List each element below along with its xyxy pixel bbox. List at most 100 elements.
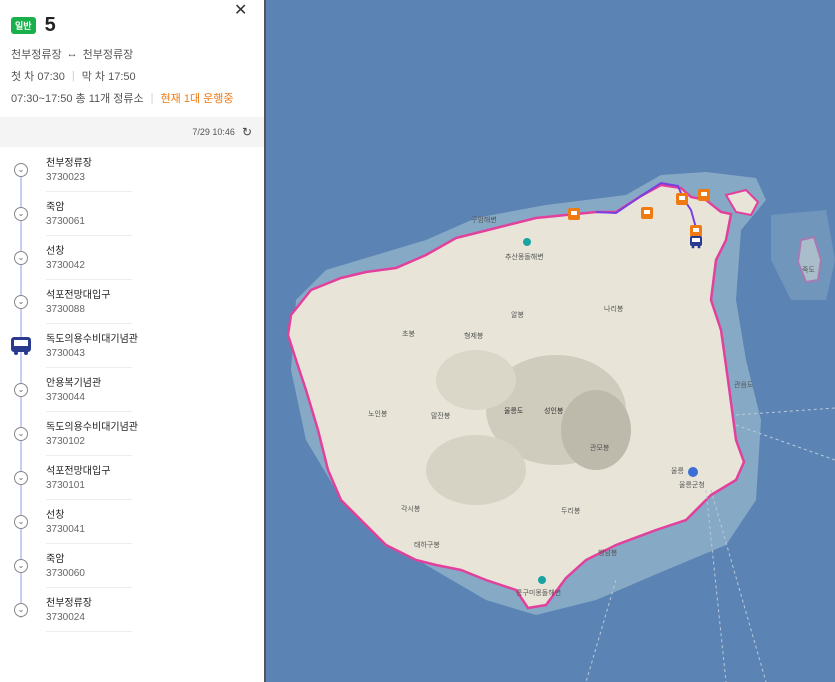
chevron-down-icon: ⌄ (14, 427, 28, 441)
stop-id: 3730043 (46, 348, 85, 359)
stop-name: 선창 (46, 510, 65, 521)
chevron-down-icon: ⌄ (14, 603, 28, 617)
stop-id: 3730088 (46, 304, 85, 315)
stop-id: 3730024 (46, 612, 85, 623)
terminal-from: 천부정류장 (11, 49, 62, 61)
map-label: 초봉 (402, 331, 415, 338)
route-title-row: 일반 5 (11, 12, 252, 38)
map-label: 알봉 (511, 312, 524, 319)
stop-item[interactable]: ⌄ 안용복기념관 3730044 (0, 368, 264, 412)
schedule-line: 07:30~17:50 총 11개 정류소 | 현재 1대 운행중 (11, 90, 252, 106)
chevron-down-icon: ⌄ (14, 207, 28, 221)
refresh-icon[interactable]: ↻ (242, 125, 252, 139)
map-label: 관음도 (734, 382, 754, 389)
beach-poi-icon (538, 576, 546, 584)
bus-stop-icon[interactable] (676, 193, 688, 205)
close-icon[interactable]: ✕ (234, 0, 247, 20)
stop-name: 죽암 (46, 202, 65, 213)
stop-item[interactable]: ⌄ 천부정류장 3730023 (0, 148, 264, 192)
route-header: 일반 5 천부정류장 ↔ 천부정류장 첫 차 07:30 | 막 차 17:50… (0, 0, 264, 106)
stop-id: 3730061 (46, 216, 85, 227)
map-label: 울릉 (671, 468, 684, 475)
running-status: 현재 1대 운행중 (160, 93, 234, 105)
stop-id: 3730060 (46, 568, 85, 579)
mountain-shading (561, 390, 631, 470)
last-bus-time: 막 차 17:50 (81, 71, 136, 83)
round-trip-icon: ↔ (66, 48, 78, 60)
update-time: 7/29 10:46 (192, 127, 235, 137)
bus-stop-icon[interactable] (568, 208, 580, 220)
route-terminals: 천부정류장 ↔ 천부정류장 (11, 46, 252, 62)
stop-name: 죽암 (46, 554, 65, 565)
stop-name: 석포전망대입구 (46, 466, 111, 477)
stop-item[interactable]: ⌄ 석포전망대입구 3730088 (0, 280, 264, 324)
separator: | (71, 70, 75, 82)
stop-name: 선창 (46, 246, 65, 257)
chevron-down-icon: ⌄ (14, 163, 28, 177)
chevron-down-icon: ⌄ (14, 251, 28, 265)
mountain-shading (436, 350, 516, 410)
stop-list: ⌄ 천부정류장 3730023 ⌄ 죽암 3730061 ⌄ 선창 3730042 ⌄ 석포전망대입… (0, 148, 264, 632)
first-last-times: 첫 차 07:30 | 막 차 17:50 (11, 68, 252, 84)
chevron-down-icon: ⌄ (14, 295, 28, 309)
stop-name: 천부정류장 (46, 158, 92, 169)
map-label: 행남봉 (598, 550, 618, 557)
chevron-down-icon: ⌄ (14, 559, 28, 573)
map-label: 관모봉 (590, 445, 610, 452)
stop-id: 3730102 (46, 436, 85, 447)
map-label: 성인봉 (544, 408, 564, 415)
stop-id: 3730041 (46, 524, 85, 535)
stop-item[interactable]: ⌄ 선창 3730042 (0, 236, 264, 280)
route-panel: ✕ 일반 5 천부정류장 ↔ 천부정류장 첫 차 07:30 | 막 차 17:… (0, 0, 264, 682)
stop-id: 3730044 (46, 392, 85, 403)
divider (46, 631, 132, 632)
map-label: 말잔봉 (431, 413, 451, 420)
stop-name: 석포전망대입구 (46, 290, 111, 301)
bus-stop-icon[interactable] (690, 225, 702, 237)
stop-item[interactable]: ⌄ 죽암 3730060 (0, 544, 264, 588)
stop-id: 3730042 (46, 260, 85, 271)
separator: | (150, 92, 154, 104)
stop-name: 천부정류장 (46, 598, 92, 609)
map-label: 각시봉 (401, 506, 421, 513)
map-label: 태하구봉 (414, 542, 440, 549)
beach-poi-icon (523, 238, 531, 246)
terminal-to: 천부정류장 (82, 49, 134, 61)
bus-icon[interactable] (10, 336, 32, 356)
chevron-down-icon: ⌄ (14, 471, 28, 485)
schedule-summary: 07:30~17:50 총 11개 정류소 (11, 93, 144, 105)
map-label: 통구미몽돌해변 (516, 590, 562, 597)
stop-id: 3730101 (46, 480, 85, 491)
map-label: 울릉군청 (679, 482, 705, 489)
stop-name: 안용복기념관 (46, 378, 102, 389)
update-bar: 7/29 10:46 ↻ (0, 117, 264, 147)
map-label: 죽도 (802, 267, 815, 274)
map-label: 두리봉 (561, 508, 581, 515)
route-type-badge: 일반 (11, 16, 36, 34)
stop-item[interactable]: ⌄ 천부정류장 3730024 (0, 588, 264, 632)
map-label: 노인봉 (368, 411, 388, 418)
stop-name: 독도의용수비대기념관 (46, 422, 138, 433)
bus-stop-icon[interactable] (698, 189, 710, 201)
stop-item[interactable]: ⌄ 죽암 3730061 (0, 192, 264, 236)
stop-item[interactable]: ⌄ 선창 3730041 (0, 500, 264, 544)
route-number: 5 (44, 13, 56, 36)
chevron-down-icon: ⌄ (14, 383, 28, 397)
map-label: 울릉도 (504, 408, 524, 415)
map-canvas[interactable] (266, 0, 835, 682)
government-poi-icon (688, 467, 698, 477)
stop-item[interactable]: ⌄ 석포전망대입구 3730101 (0, 456, 264, 500)
mountain-shading (426, 435, 526, 505)
bus-stop-icon[interactable] (641, 207, 653, 219)
stop-item[interactable]: ⌄ 독도의용수비대기념관 3730102 (0, 412, 264, 456)
map-label: 나리봉 (604, 306, 624, 313)
map-view[interactable]: 구암해변 추산몽돌해변 알봉 나리봉 초봉 형제봉 노인봉 말잔봉 울릉도 성인… (266, 0, 835, 682)
first-bus-time: 첫 차 07:30 (11, 71, 65, 83)
stop-id: 3730023 (46, 172, 85, 183)
map-label: 형제봉 (464, 333, 484, 340)
map-label: 추산몽돌해변 (505, 254, 544, 261)
island-shoal (771, 210, 835, 300)
chevron-down-icon: ⌄ (14, 515, 28, 529)
map-label: 구암해변 (471, 217, 497, 224)
stop-item[interactable]: 독도의용수비대기념관 3730043 (0, 324, 264, 368)
